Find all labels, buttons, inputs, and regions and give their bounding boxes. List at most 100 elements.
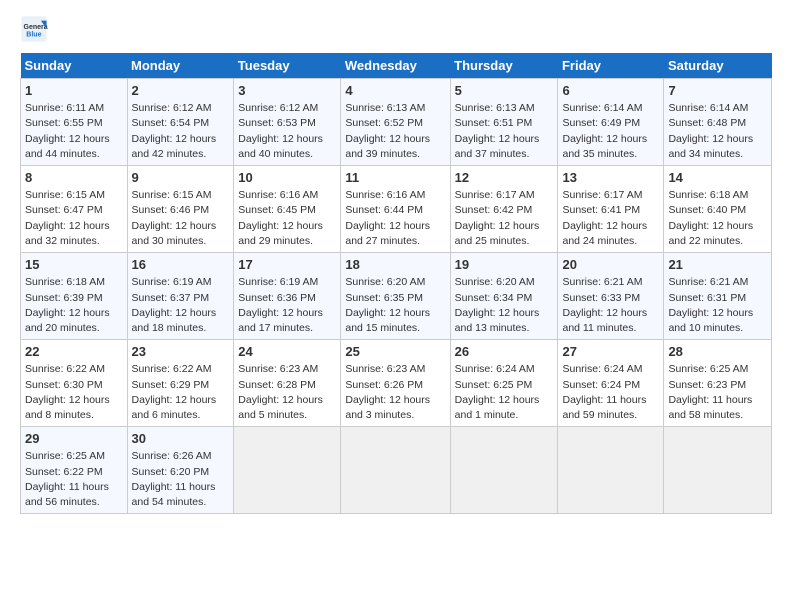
day-info: Sunrise: 6:12 AMSunset: 6:54 PMDaylight:… <box>132 101 230 162</box>
day-info: Sunrise: 6:22 AMSunset: 6:30 PMDaylight:… <box>25 362 123 423</box>
day-info: Sunrise: 6:13 AMSunset: 6:52 PMDaylight:… <box>345 101 445 162</box>
day-info: Sunrise: 6:11 AMSunset: 6:55 PMDaylight:… <box>25 101 123 162</box>
day-cell-13: 13Sunrise: 6:17 AMSunset: 6:41 PMDayligh… <box>558 166 664 253</box>
calendar-header-row: SundayMondayTuesdayWednesdayThursdayFrid… <box>21 53 772 79</box>
day-number: 7 <box>668 82 767 100</box>
day-cell-15: 15Sunrise: 6:18 AMSunset: 6:39 PMDayligh… <box>21 253 128 340</box>
day-cell-20: 20Sunrise: 6:21 AMSunset: 6:33 PMDayligh… <box>558 253 664 340</box>
day-cell-24: 24Sunrise: 6:23 AMSunset: 6:28 PMDayligh… <box>234 340 341 427</box>
day-number: 17 <box>238 256 336 274</box>
day-number: 16 <box>132 256 230 274</box>
day-info: Sunrise: 6:25 AMSunset: 6:23 PMDaylight:… <box>668 362 767 423</box>
day-cell-9: 9Sunrise: 6:15 AMSunset: 6:46 PMDaylight… <box>127 166 234 253</box>
calendar-week-3: 15Sunrise: 6:18 AMSunset: 6:39 PMDayligh… <box>21 253 772 340</box>
empty-cell <box>558 427 664 514</box>
day-info: Sunrise: 6:24 AMSunset: 6:24 PMDaylight:… <box>562 362 659 423</box>
empty-cell <box>234 427 341 514</box>
logo-icon: General Blue <box>20 15 48 43</box>
calendar-week-2: 8Sunrise: 6:15 AMSunset: 6:47 PMDaylight… <box>21 166 772 253</box>
day-info: Sunrise: 6:21 AMSunset: 6:33 PMDaylight:… <box>562 275 659 336</box>
day-info: Sunrise: 6:19 AMSunset: 6:37 PMDaylight:… <box>132 275 230 336</box>
day-info: Sunrise: 6:14 AMSunset: 6:49 PMDaylight:… <box>562 101 659 162</box>
day-number: 18 <box>345 256 445 274</box>
day-number: 22 <box>25 343 123 361</box>
day-info: Sunrise: 6:20 AMSunset: 6:34 PMDaylight:… <box>455 275 554 336</box>
day-cell-12: 12Sunrise: 6:17 AMSunset: 6:42 PMDayligh… <box>450 166 558 253</box>
day-cell-7: 7Sunrise: 6:14 AMSunset: 6:48 PMDaylight… <box>664 79 772 166</box>
day-cell-16: 16Sunrise: 6:19 AMSunset: 6:37 PMDayligh… <box>127 253 234 340</box>
day-info: Sunrise: 6:26 AMSunset: 6:20 PMDaylight:… <box>132 449 230 510</box>
day-number: 6 <box>562 82 659 100</box>
page-header: General Blue <box>20 15 772 43</box>
calendar-week-5: 29Sunrise: 6:25 AMSunset: 6:22 PMDayligh… <box>21 427 772 514</box>
calendar-week-4: 22Sunrise: 6:22 AMSunset: 6:30 PMDayligh… <box>21 340 772 427</box>
empty-cell <box>341 427 450 514</box>
day-number: 1 <box>25 82 123 100</box>
day-cell-19: 19Sunrise: 6:20 AMSunset: 6:34 PMDayligh… <box>450 253 558 340</box>
day-info: Sunrise: 6:25 AMSunset: 6:22 PMDaylight:… <box>25 449 123 510</box>
day-info: Sunrise: 6:17 AMSunset: 6:41 PMDaylight:… <box>562 188 659 249</box>
day-number: 24 <box>238 343 336 361</box>
day-number: 28 <box>668 343 767 361</box>
day-number: 23 <box>132 343 230 361</box>
day-info: Sunrise: 6:12 AMSunset: 6:53 PMDaylight:… <box>238 101 336 162</box>
day-info: Sunrise: 6:24 AMSunset: 6:25 PMDaylight:… <box>455 362 554 423</box>
day-info: Sunrise: 6:18 AMSunset: 6:39 PMDaylight:… <box>25 275 123 336</box>
day-number: 25 <box>345 343 445 361</box>
day-cell-30: 30Sunrise: 6:26 AMSunset: 6:20 PMDayligh… <box>127 427 234 514</box>
day-info: Sunrise: 6:15 AMSunset: 6:47 PMDaylight:… <box>25 188 123 249</box>
day-cell-10: 10Sunrise: 6:16 AMSunset: 6:45 PMDayligh… <box>234 166 341 253</box>
day-cell-11: 11Sunrise: 6:16 AMSunset: 6:44 PMDayligh… <box>341 166 450 253</box>
day-number: 29 <box>25 430 123 448</box>
day-info: Sunrise: 6:16 AMSunset: 6:44 PMDaylight:… <box>345 188 445 249</box>
day-number: 14 <box>668 169 767 187</box>
logo: General Blue <box>20 15 52 43</box>
day-number: 12 <box>455 169 554 187</box>
day-cell-2: 2Sunrise: 6:12 AMSunset: 6:54 PMDaylight… <box>127 79 234 166</box>
day-number: 26 <box>455 343 554 361</box>
day-info: Sunrise: 6:19 AMSunset: 6:36 PMDaylight:… <box>238 275 336 336</box>
day-number: 13 <box>562 169 659 187</box>
day-number: 9 <box>132 169 230 187</box>
calendar-table: SundayMondayTuesdayWednesdayThursdayFrid… <box>20 53 772 514</box>
day-number: 10 <box>238 169 336 187</box>
day-number: 3 <box>238 82 336 100</box>
day-number: 20 <box>562 256 659 274</box>
day-cell-5: 5Sunrise: 6:13 AMSunset: 6:51 PMDaylight… <box>450 79 558 166</box>
day-number: 11 <box>345 169 445 187</box>
day-info: Sunrise: 6:13 AMSunset: 6:51 PMDaylight:… <box>455 101 554 162</box>
day-cell-22: 22Sunrise: 6:22 AMSunset: 6:30 PMDayligh… <box>21 340 128 427</box>
day-cell-29: 29Sunrise: 6:25 AMSunset: 6:22 PMDayligh… <box>21 427 128 514</box>
day-cell-14: 14Sunrise: 6:18 AMSunset: 6:40 PMDayligh… <box>664 166 772 253</box>
day-info: Sunrise: 6:17 AMSunset: 6:42 PMDaylight:… <box>455 188 554 249</box>
day-info: Sunrise: 6:15 AMSunset: 6:46 PMDaylight:… <box>132 188 230 249</box>
day-cell-23: 23Sunrise: 6:22 AMSunset: 6:29 PMDayligh… <box>127 340 234 427</box>
day-cell-6: 6Sunrise: 6:14 AMSunset: 6:49 PMDaylight… <box>558 79 664 166</box>
day-cell-18: 18Sunrise: 6:20 AMSunset: 6:35 PMDayligh… <box>341 253 450 340</box>
empty-cell <box>664 427 772 514</box>
day-cell-4: 4Sunrise: 6:13 AMSunset: 6:52 PMDaylight… <box>341 79 450 166</box>
header-sunday: Sunday <box>21 53 128 79</box>
day-cell-25: 25Sunrise: 6:23 AMSunset: 6:26 PMDayligh… <box>341 340 450 427</box>
day-number: 27 <box>562 343 659 361</box>
day-number: 21 <box>668 256 767 274</box>
header-saturday: Saturday <box>664 53 772 79</box>
day-info: Sunrise: 6:23 AMSunset: 6:28 PMDaylight:… <box>238 362 336 423</box>
header-thursday: Thursday <box>450 53 558 79</box>
day-cell-28: 28Sunrise: 6:25 AMSunset: 6:23 PMDayligh… <box>664 340 772 427</box>
day-cell-27: 27Sunrise: 6:24 AMSunset: 6:24 PMDayligh… <box>558 340 664 427</box>
empty-cell <box>450 427 558 514</box>
day-cell-8: 8Sunrise: 6:15 AMSunset: 6:47 PMDaylight… <box>21 166 128 253</box>
calendar-week-1: 1Sunrise: 6:11 AMSunset: 6:55 PMDaylight… <box>21 79 772 166</box>
header-tuesday: Tuesday <box>234 53 341 79</box>
day-info: Sunrise: 6:14 AMSunset: 6:48 PMDaylight:… <box>668 101 767 162</box>
day-number: 15 <box>25 256 123 274</box>
header-wednesday: Wednesday <box>341 53 450 79</box>
day-cell-26: 26Sunrise: 6:24 AMSunset: 6:25 PMDayligh… <box>450 340 558 427</box>
header-friday: Friday <box>558 53 664 79</box>
day-info: Sunrise: 6:22 AMSunset: 6:29 PMDaylight:… <box>132 362 230 423</box>
day-number: 8 <box>25 169 123 187</box>
day-cell-17: 17Sunrise: 6:19 AMSunset: 6:36 PMDayligh… <box>234 253 341 340</box>
day-cell-21: 21Sunrise: 6:21 AMSunset: 6:31 PMDayligh… <box>664 253 772 340</box>
day-info: Sunrise: 6:23 AMSunset: 6:26 PMDaylight:… <box>345 362 445 423</box>
